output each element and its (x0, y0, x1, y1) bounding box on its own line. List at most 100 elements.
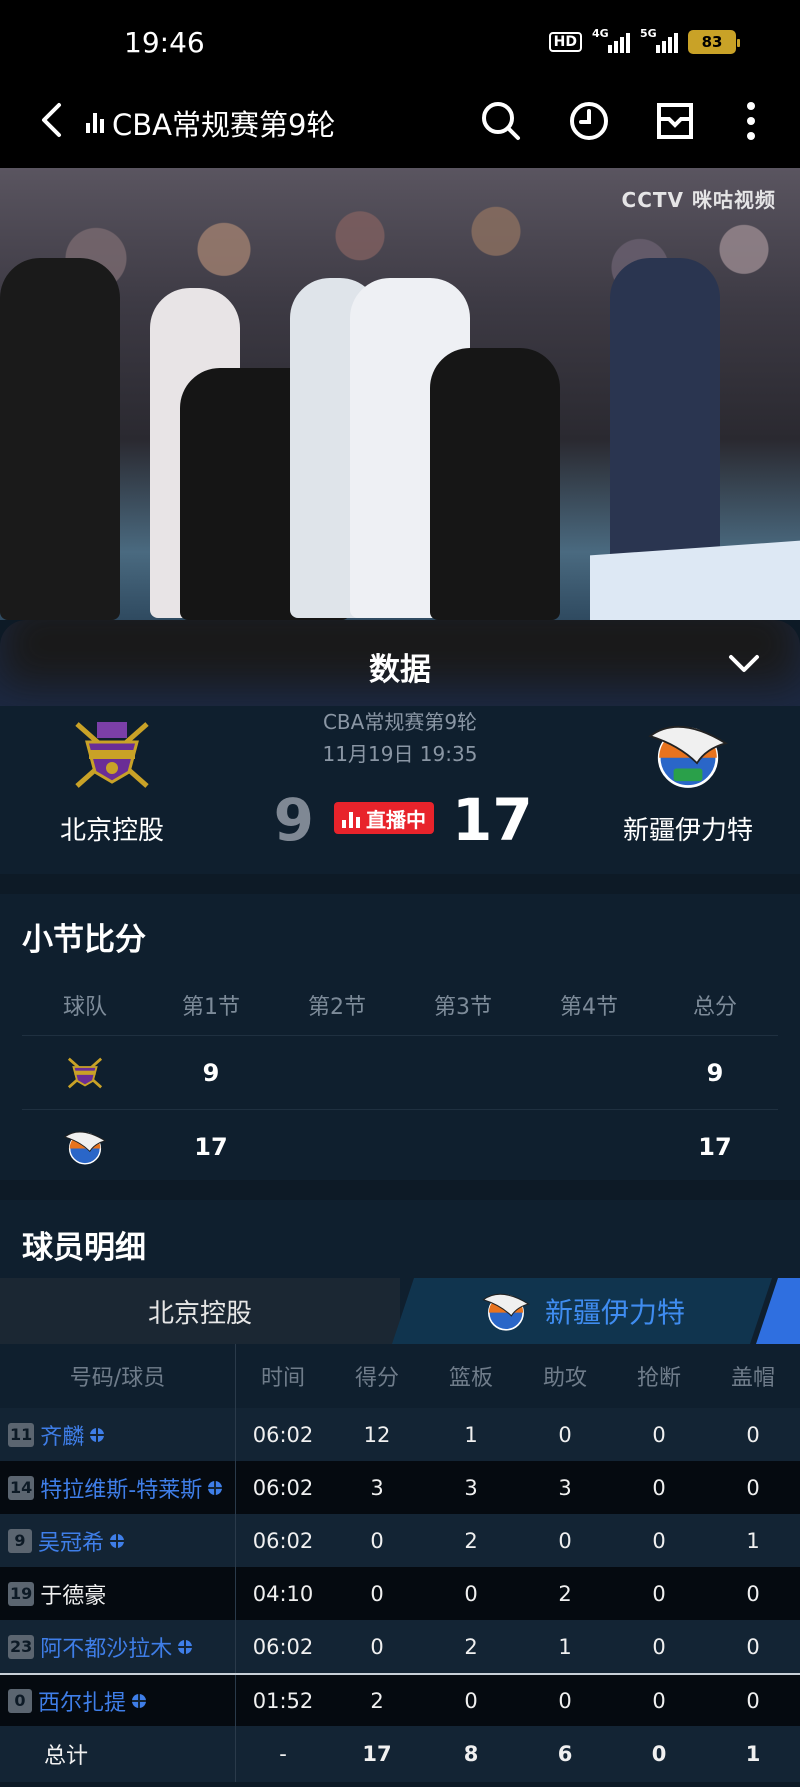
back-arrow-icon (42, 103, 61, 137)
column-header: 得分 (354, 1366, 399, 1391)
away-score: 17 (452, 786, 533, 854)
player-row[interactable]: 23 阿不都沙拉木 06:02 0 2 1 0 0 (0, 1620, 800, 1673)
player-cell: 11 齐麟 (0, 1408, 236, 1461)
column-header: 第3节 (434, 994, 492, 1020)
stat-rebounds: 3 (464, 1475, 478, 1500)
stat-steals: 0 (652, 1422, 666, 1447)
home-team[interactable]: 北京控股 (12, 714, 212, 847)
search-icon (482, 102, 520, 140)
total-label: 总计 (44, 1744, 89, 1769)
page-title-text: CBA常规赛第9轮 (112, 108, 336, 142)
stat-steals: 0 (652, 1688, 666, 1713)
player-name-link[interactable]: 西尔扎提 (38, 1685, 126, 1717)
status-time: 19:46 (124, 26, 205, 59)
home-score: 9 (273, 786, 314, 854)
column-header: 时间 (260, 1366, 305, 1391)
player-row[interactable]: 0 西尔扎提 01:52 2 0 0 0 0 (0, 1673, 800, 1726)
collapse-button[interactable] (724, 644, 764, 684)
stat-rebounds: 0 (464, 1581, 478, 1606)
home-team-name: 北京控股 (59, 816, 164, 846)
player-row[interactable]: 9 吴冠希 06:02 0 2 0 0 1 (0, 1514, 800, 1567)
stat-steals: 0 (652, 1475, 666, 1500)
stat-points: 0 (370, 1634, 384, 1659)
more-vertical-icon (747, 102, 755, 140)
basketball-icon (90, 1427, 105, 1442)
data-panel-title: 数据 (369, 652, 431, 688)
video-screen (590, 540, 800, 620)
jersey-number: 14 (8, 1475, 35, 1500)
column-header: 第4节 (560, 994, 618, 1020)
player-row[interactable]: 11 齐麟 06:02 12 1 0 0 0 (0, 1408, 800, 1461)
player-row[interactable]: 14 特拉维斯-特莱斯 06:02 3 3 3 0 0 (0, 1461, 800, 1514)
stat-steals: 0 (652, 1581, 666, 1606)
inbox-button[interactable] (652, 98, 698, 144)
player-name[interactable]: 于德豪 (40, 1578, 106, 1610)
stat-points: 12 (363, 1422, 391, 1447)
player-name-link[interactable]: 阿不都沙拉木 (40, 1631, 172, 1663)
player-cell: 0 西尔扎提 (0, 1675, 236, 1726)
stat-assists: 0 (558, 1422, 572, 1447)
stat-rebounds: 1 (464, 1422, 478, 1447)
history-button[interactable] (566, 98, 612, 144)
home-team-logo (67, 714, 157, 796)
tab-away-team[interactable]: 新疆伊力特 (392, 1278, 772, 1344)
tab-away-team-label: 新疆伊力特 (544, 1296, 685, 1329)
stat-rebounds: 0 (464, 1688, 478, 1713)
royal-fighters-logo-icon (67, 1057, 103, 1088)
jersey-number: 9 (8, 1528, 32, 1553)
royal-fighters-logo-icon (75, 722, 149, 788)
column-header: 助攻 (542, 1366, 587, 1391)
away-team[interactable]: 新疆伊力特 (588, 714, 788, 847)
total-assists: 6 (557, 1742, 573, 1766)
jersey-number: 19 (8, 1581, 35, 1606)
page-title: CBA常规赛第9轮 (86, 102, 335, 144)
player-name-link[interactable]: 吴冠希 (38, 1525, 104, 1557)
stat-blocks: 1 (746, 1528, 760, 1553)
live-bars-icon (342, 808, 360, 828)
match-datetime: 11月19日 19:35 (322, 742, 478, 766)
stat-points: 3 (370, 1475, 384, 1500)
column-header: 第1节 (182, 994, 240, 1020)
data-panel-header: 数据 (0, 620, 800, 706)
basketball-icon (132, 1693, 147, 1708)
column-header: 抢断 (636, 1366, 681, 1391)
player-details-section: 球员明细 (0, 1200, 800, 1278)
status-icons: HD 4G 5G 83 (548, 27, 740, 54)
video-player[interactable]: CCTV 咪咕视频 (0, 168, 800, 620)
column-header: 总分 (692, 994, 737, 1020)
player-cell: 9 吴冠希 (0, 1514, 236, 1567)
player-name-link[interactable]: 齐麟 (40, 1419, 84, 1451)
player-cell: 14 特拉维斯-特莱斯 (0, 1461, 236, 1514)
quarter-scores-title: 小节比分 (22, 922, 146, 958)
away-team-logo (643, 714, 733, 796)
home-team-mini-logo (61, 1053, 109, 1093)
stat-time: 04:10 (252, 1581, 314, 1606)
stat-assists: 1 (558, 1634, 572, 1659)
tab-home-team[interactable]: 北京控股 (0, 1278, 400, 1344)
total-rebounds: 8 (463, 1742, 479, 1766)
status-bar: 19:46 HD 4G 5G 83 (0, 0, 800, 72)
signal-5g-icon: 5G (640, 27, 678, 53)
score-cell: 9 (202, 1058, 220, 1087)
video-watermark: CCTV 咪咕视频 (621, 188, 776, 212)
basketball-icon (110, 1533, 125, 1548)
away-team-mini-logo (61, 1127, 109, 1167)
search-button[interactable] (478, 98, 524, 144)
back-button[interactable] (32, 98, 72, 142)
clock-icon (570, 102, 608, 140)
signal-4g-icon: 4G (592, 27, 630, 53)
stat-blocks: 0 (746, 1422, 760, 1447)
score-cell: 17 (194, 1133, 228, 1161)
more-button[interactable] (728, 98, 774, 144)
player-name-link[interactable]: 特拉维斯-特莱斯 (40, 1472, 202, 1504)
match-card: 北京控股 CBA常规赛第9轮 11月19日 19:35 9 直播中 17 新疆伊… (0, 706, 800, 874)
column-header: 第2节 (308, 994, 366, 1020)
stat-points: 0 (370, 1528, 384, 1553)
jersey-number: 11 (8, 1422, 35, 1447)
stat-assists: 2 (558, 1581, 572, 1606)
stat-time: 06:02 (252, 1422, 314, 1447)
stat-rebounds: 2 (464, 1634, 478, 1659)
quarter-scores-table: 球队 第1节 第2节 第3节 第4节 总分 9 9 17 17 (22, 974, 778, 1184)
total-row: 总计 - 17 8 6 0 1 (0, 1726, 800, 1782)
player-row[interactable]: 19 于德豪 04:10 0 0 2 0 0 (0, 1567, 800, 1620)
